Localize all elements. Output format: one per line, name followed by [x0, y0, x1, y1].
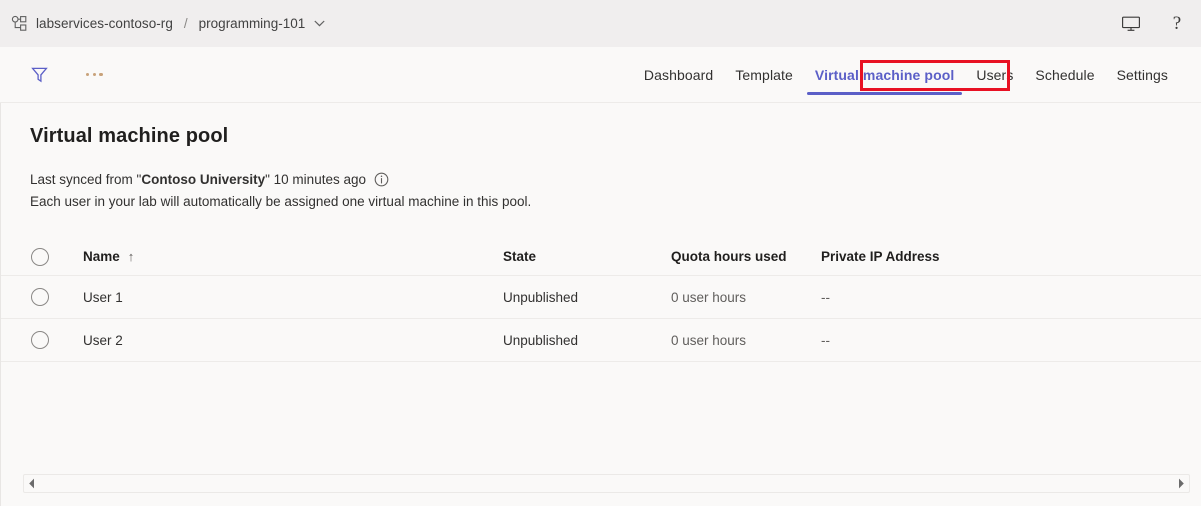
chevron-down-icon[interactable]	[314, 20, 325, 27]
column-header-name[interactable]: Name ↑	[83, 249, 503, 264]
breadcrumb-separator: /	[184, 16, 188, 31]
cell-state: Unpublished	[503, 333, 671, 348]
sync-status-line: Last synced from "Contoso University" 10…	[30, 169, 1201, 191]
tab-dashboard[interactable]: Dashboard	[633, 47, 724, 103]
tab-bar: Dashboard Template Virtual machine pool …	[633, 47, 1189, 103]
page-title: Virtual machine pool	[1, 103, 1201, 148]
breadcrumb-root[interactable]: labservices-contoso-rg	[36, 16, 173, 31]
cell-name: User 2	[83, 333, 503, 348]
cell-name: User 1	[83, 290, 503, 305]
table-row[interactable]: User 2 Unpublished 0 user hours --	[1, 319, 1201, 362]
tab-virtual-machine-pool[interactable]: Virtual machine pool	[804, 47, 965, 103]
tab-settings[interactable]: Settings	[1106, 47, 1179, 103]
cell-quota: 0 user hours	[671, 333, 821, 348]
cell-quota: 0 user hours	[671, 290, 821, 305]
column-header-state[interactable]: State	[503, 249, 671, 264]
ellipsis-dot	[86, 73, 89, 76]
tab-template[interactable]: Template	[724, 47, 804, 103]
sync-description: Last synced from "Contoso University" 10…	[1, 148, 1201, 212]
row-select-radio[interactable]	[31, 331, 49, 349]
cell-private-ip: --	[821, 333, 1021, 348]
tab-users[interactable]: Users	[965, 47, 1024, 103]
sort-ascending-icon: ↑	[128, 249, 135, 264]
ellipsis-dot	[93, 73, 96, 76]
column-header-quota[interactable]: Quota hours used	[671, 249, 821, 264]
column-header-private-ip[interactable]: Private IP Address	[821, 249, 1021, 264]
help-glyph: ?	[1173, 14, 1181, 33]
filter-funnel-icon[interactable]	[30, 65, 49, 84]
tab-schedule[interactable]: Schedule	[1024, 47, 1105, 103]
command-bar-left	[0, 65, 105, 84]
monitor-icon[interactable]	[1121, 14, 1141, 34]
overflow-menu-button[interactable]	[84, 69, 105, 80]
command-bar: Dashboard Template Virtual machine pool …	[0, 47, 1201, 103]
chevron-right-icon[interactable]	[1177, 478, 1186, 489]
row-select-cell	[31, 288, 83, 306]
info-circle-icon[interactable]	[374, 172, 389, 187]
ellipsis-dot	[99, 73, 102, 76]
row-select-radio[interactable]	[31, 288, 49, 306]
breadcrumb-current[interactable]: programming-101	[199, 16, 306, 31]
sync-suffix: " 10 minutes ago	[265, 169, 366, 191]
horizontal-scrollbar[interactable]	[23, 474, 1190, 493]
app-window: labservices-contoso-rg / programming-101…	[0, 0, 1201, 506]
sync-prefix: Last synced from "	[30, 169, 141, 191]
pool-description-line: Each user in your lab will automatically…	[30, 191, 1201, 213]
table-row[interactable]: User 1 Unpublished 0 user hours --	[1, 276, 1201, 319]
sync-source-name: Contoso University	[141, 169, 265, 191]
vm-pool-table: Name ↑ State Quota hours used Private IP…	[1, 238, 1201, 362]
table-header-row: Name ↑ State Quota hours used Private IP…	[1, 238, 1201, 276]
select-all-radio[interactable]	[31, 248, 49, 266]
breadcrumb: labservices-contoso-rg / programming-101	[11, 0, 325, 47]
breadcrumb-bar: labservices-contoso-rg / programming-101…	[0, 0, 1201, 47]
chevron-left-icon[interactable]	[27, 478, 36, 489]
main-content: Virtual machine pool Last synced from "C…	[0, 103, 1201, 506]
row-select-cell	[31, 331, 83, 349]
topbar-actions: ?	[1121, 14, 1187, 34]
cell-state: Unpublished	[503, 290, 671, 305]
resource-group-icon	[11, 15, 28, 32]
help-icon[interactable]: ?	[1167, 14, 1187, 34]
cell-private-ip: --	[821, 290, 1021, 305]
select-all-cell	[31, 248, 83, 266]
column-header-name-label: Name	[83, 249, 120, 264]
